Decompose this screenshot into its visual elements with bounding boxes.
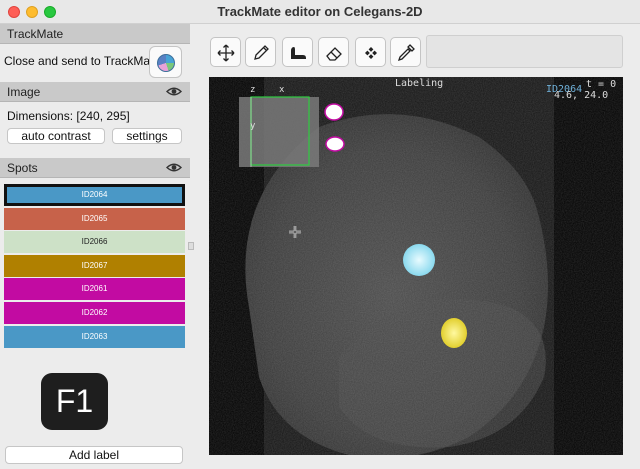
side-panel: TrackMate Close and send to TrackMate Im… bbox=[0, 24, 194, 469]
pencil-icon bbox=[254, 45, 269, 60]
f1-key-badge: F1 bbox=[41, 373, 108, 430]
trackmate-logo-icon bbox=[157, 54, 175, 72]
picker-tool-button[interactable] bbox=[390, 37, 421, 67]
spot-label-item[interactable]: ID2067 bbox=[4, 254, 185, 277]
image-dimensions: Dimensions: [240, 295] bbox=[7, 109, 130, 123]
close-send-trackmate-button[interactable] bbox=[149, 46, 182, 78]
eraser-tool-button[interactable] bbox=[318, 37, 349, 67]
image-section-header: Image bbox=[0, 82, 190, 102]
axis-y-label: y bbox=[250, 121, 256, 131]
image-viewer-canvas[interactable]: Labeling ID2064 t = 0 4.6, 24.0 z x y bbox=[209, 77, 623, 455]
bucket-icon bbox=[291, 47, 306, 59]
spot-label-item[interactable]: ID2061 bbox=[4, 278, 185, 301]
axis-z-label: z bbox=[250, 85, 256, 95]
tool-options-field[interactable] bbox=[426, 35, 623, 68]
delete-label-tool-button[interactable] bbox=[355, 37, 386, 67]
time-label: t = 0 bbox=[586, 79, 617, 90]
window: TrackMate editor on Celegans-2D TrackMat… bbox=[0, 0, 640, 469]
trackmate-section-header: TrackMate bbox=[0, 24, 190, 44]
settings-button[interactable]: settings bbox=[112, 128, 182, 144]
spots-section-title: Spots bbox=[7, 161, 38, 175]
axis-x-label: x bbox=[279, 85, 285, 95]
move-tool-button[interactable] bbox=[210, 37, 241, 67]
window-title: TrackMate editor on Celegans-2D bbox=[217, 4, 423, 19]
image-section-title: Image bbox=[7, 85, 41, 99]
eye-icon[interactable] bbox=[166, 162, 182, 173]
eraser-icon bbox=[326, 47, 342, 61]
fill-tool-button[interactable] bbox=[282, 37, 313, 67]
spot-label-item[interactable]: ID2062 bbox=[4, 302, 185, 324]
labeling-title: Labeling bbox=[395, 78, 444, 89]
delete-icon bbox=[365, 47, 377, 59]
auto-contrast-button[interactable]: auto contrast bbox=[7, 128, 105, 144]
spot-label-item[interactable]: ID2063 bbox=[4, 325, 185, 348]
micrograph-image bbox=[209, 77, 623, 455]
trackmate-section-title: TrackMate bbox=[7, 27, 64, 41]
eyedropper-icon bbox=[397, 44, 415, 62]
close-send-label: Close and send to TrackMate bbox=[4, 54, 161, 68]
eye-icon[interactable] bbox=[166, 86, 182, 97]
coordinates-readout: 4.6, 24.0 bbox=[554, 90, 609, 101]
spot-label-item[interactable]: ID2065 bbox=[4, 207, 185, 230]
title-bar: TrackMate editor on Celegans-2D bbox=[0, 0, 640, 24]
spot-label-item[interactable]: ID2064 bbox=[4, 184, 185, 206]
spot-label-item[interactable]: ID2066 bbox=[4, 231, 185, 254]
list-resize-handle[interactable] bbox=[188, 242, 194, 250]
pencil-tool-button[interactable] bbox=[245, 37, 276, 67]
move-icon bbox=[217, 44, 235, 62]
spots-section-header: Spots bbox=[0, 158, 190, 178]
add-label-button[interactable]: Add label bbox=[5, 446, 183, 464]
